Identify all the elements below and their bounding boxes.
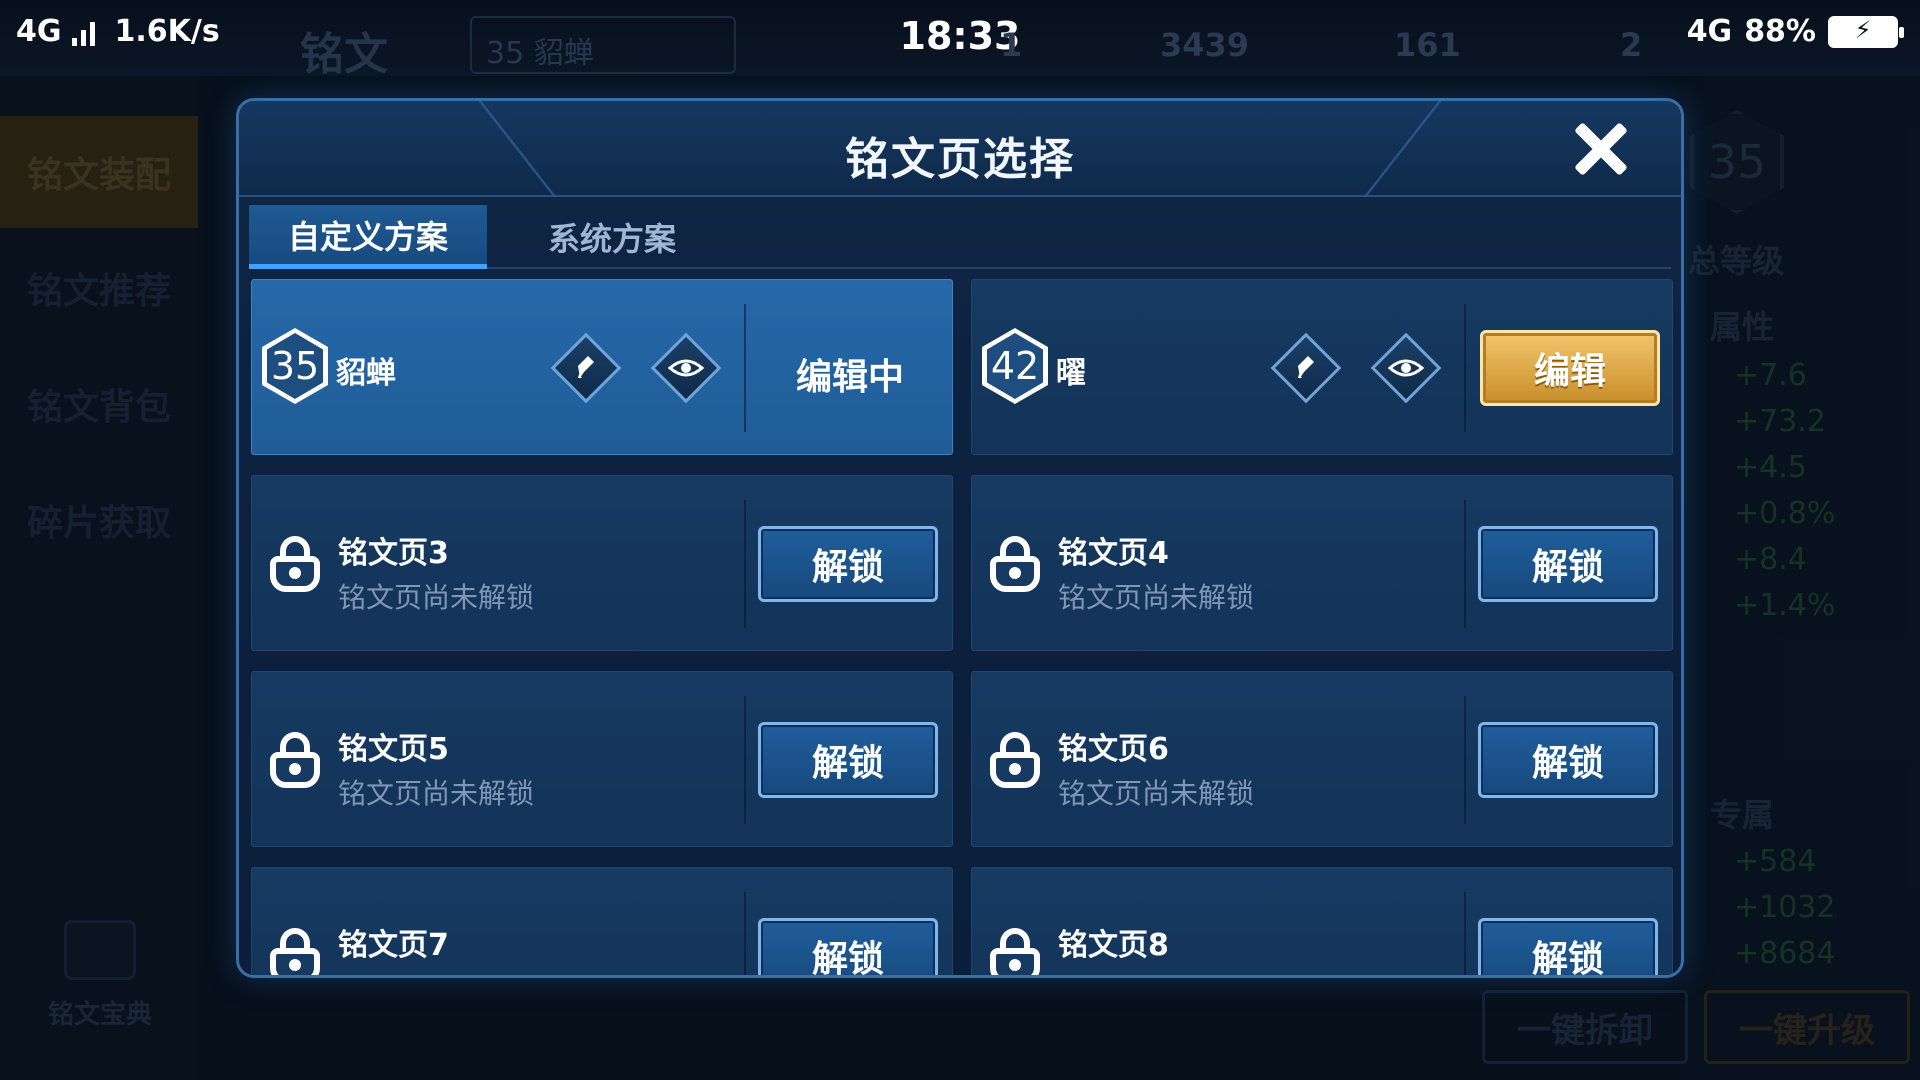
inscription-page-modal: 铭文页选择 自定义方案 系统方案 35 貂蝉 编辑中 42 曜 编辑 铭文页3 … [236, 98, 1684, 978]
card-divider [744, 892, 746, 975]
tab-system[interactable]: 系统方案 [493, 205, 731, 269]
close-icon[interactable] [1573, 121, 1629, 177]
page-subtitle: 铭文页尚未解锁 [1058, 777, 1255, 810]
page-title: 铭文页8 [1058, 928, 1169, 963]
level-badge: 42 [982, 328, 1048, 404]
status-right: 4G 88% ⚡ [1686, 14, 1904, 49]
page-subtitle: 铭文页尚未解锁 [1058, 581, 1255, 614]
bg-stat-1: 1 [1000, 26, 1023, 64]
eye-icon [1387, 359, 1425, 377]
locked-page-card: 铭文页8 铭文页尚未解锁 解锁 [971, 867, 1673, 975]
card-divider [1464, 892, 1466, 975]
lock-icon [990, 536, 1040, 592]
page-title: 铭文页3 [338, 536, 449, 571]
page-title: 铭文页7 [338, 928, 449, 963]
preview-button[interactable] [1370, 332, 1442, 404]
page-grid: 35 貂蝉 编辑中 42 曜 编辑 铭文页3 铭文页尚未解锁 解锁 铭文页4 铭… [251, 279, 1673, 975]
locked-page-card: 铭文页5 铭文页尚未解锁 解锁 [251, 671, 953, 847]
page-card-2[interactable]: 42 曜 编辑 [971, 279, 1673, 455]
page-title: 铭文页4 [1058, 536, 1169, 571]
network-right-label: 4G [1686, 14, 1733, 49]
locked-page-card: 铭文页3 铭文页尚未解锁 解锁 [251, 475, 953, 651]
signal-icon [71, 18, 95, 46]
unlock-button[interactable]: 解锁 [1478, 918, 1658, 975]
tab-custom[interactable]: 自定义方案 [249, 205, 487, 269]
locked-page-card: 铭文页4 铭文页尚未解锁 解锁 [971, 475, 1673, 651]
editing-status: 编辑中 [795, 357, 904, 398]
modal-title: 铭文页选择 [845, 134, 1075, 185]
pencil-icon [578, 356, 594, 378]
unlock-button[interactable]: 解锁 [758, 918, 938, 975]
bg-header-title: 铭文 [300, 29, 388, 80]
level-badge: 35 [262, 328, 328, 404]
unlock-button[interactable]: 解锁 [758, 526, 938, 602]
page-subtitle: 铭文页尚未解锁 [338, 581, 535, 614]
page-card-1[interactable]: 35 貂蝉 编辑中 [251, 279, 953, 455]
card-divider [1464, 304, 1466, 432]
card-divider [744, 696, 746, 824]
bg-stat-2: 3439 [1160, 26, 1250, 64]
locked-page-card: 铭文页7 铭文页尚未解锁 解锁 [251, 867, 953, 975]
card-divider [1464, 500, 1466, 628]
lock-icon [270, 536, 320, 592]
lock-icon [990, 732, 1040, 788]
battery-icon: ⚡ [1828, 15, 1904, 48]
eye-icon [667, 359, 705, 377]
pencil-icon [1298, 356, 1314, 378]
page-name: 曜 [1056, 356, 1086, 391]
bg-stat-3: 161 [1394, 26, 1461, 64]
page-title: 铭文页5 [338, 732, 449, 767]
preview-button[interactable] [650, 332, 722, 404]
rename-button[interactable] [550, 332, 622, 404]
bg-header-field: 35 貂蝉 [470, 16, 736, 74]
battery-percent: 88% [1744, 14, 1816, 49]
page-subtitle: 铭文页尚未解锁 [338, 968, 534, 975]
page-subtitle: 铭文页尚未解锁 [1058, 968, 1254, 975]
lock-icon [990, 928, 1040, 975]
page-title: 铭文页6 [1058, 732, 1169, 767]
modal-header: 铭文页选择 [239, 101, 1681, 197]
lock-icon [270, 928, 320, 975]
unlock-button[interactable]: 解锁 [1478, 722, 1658, 798]
tab-bar: 自定义方案 系统方案 [249, 205, 1671, 269]
edit-button[interactable]: 编辑 [1480, 330, 1660, 406]
unlock-button[interactable]: 解锁 [758, 722, 938, 798]
card-divider [1464, 696, 1466, 824]
rename-button[interactable] [1270, 332, 1342, 404]
network-speed: 1.6K/s [114, 14, 220, 49]
bg-stat-4: 2 [1620, 26, 1643, 64]
card-divider [744, 500, 746, 628]
unlock-button[interactable]: 解锁 [1478, 526, 1658, 602]
network-label: 4G [16, 14, 62, 49]
locked-page-card: 铭文页6 铭文页尚未解锁 解锁 [971, 671, 1673, 847]
page-subtitle: 铭文页尚未解锁 [338, 777, 535, 810]
lock-icon [270, 732, 320, 788]
page-name: 貂蝉 [336, 356, 396, 391]
status-left: 4G 1.6K/s [16, 14, 220, 49]
